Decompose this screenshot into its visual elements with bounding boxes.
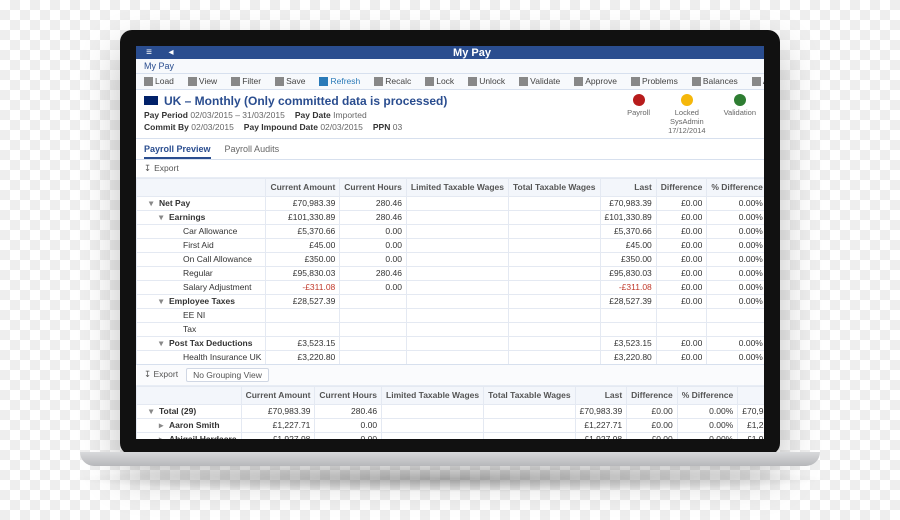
approve-icon	[574, 77, 583, 86]
filter-button[interactable]: Filter	[227, 74, 265, 88]
view-button[interactable]: View	[184, 74, 221, 88]
table-row[interactable]: ▸Aaron Smith£1,227.710.00£1,227.71£0.000…	[137, 418, 765, 432]
export-button-2[interactable]: ↧ Export	[144, 369, 178, 380]
balances-button[interactable]: Balances	[688, 74, 742, 88]
table-row[interactable]: ▾Earnings£101,330.89280.46£101,330.89£0.…	[137, 210, 765, 224]
col-header[interactable]: Last	[600, 178, 656, 196]
app-title: My Pay	[186, 47, 758, 59]
expand-icon[interactable]: ▾	[149, 198, 157, 209]
table-row[interactable]: Tax£20,934.12	[137, 322, 765, 336]
tab-payroll-audits[interactable]: Payroll Audits	[225, 141, 280, 159]
table-row[interactable]: First Aid£45.000.00£45.00£0.000.00%£45.0…	[137, 238, 765, 252]
table-row[interactable]: ▾Post Tax Deductions£3,523.15£3,523.15£0…	[137, 336, 765, 350]
col-header[interactable]	[137, 178, 266, 196]
approve-button[interactable]: Approve	[570, 74, 621, 88]
status-indicators: Payroll Locked SysAdmin 17/12/2014 Validat…	[627, 94, 756, 135]
col-header[interactable]: Total Taxable Wages	[484, 386, 576, 404]
col-header[interactable]: Last	[575, 386, 627, 404]
view-icon	[188, 77, 197, 86]
table-row[interactable]: Health Insurance UK£3,220.80£3,220.80£0.…	[137, 350, 765, 364]
table-row[interactable]: EE NI£7,593.27	[137, 308, 765, 322]
status-dot: Validation	[724, 94, 756, 135]
col-header[interactable]: % Difference	[677, 386, 738, 404]
refresh-icon	[319, 77, 328, 86]
expand-icon[interactable]: ▾	[159, 212, 167, 223]
uk-flag-icon	[144, 96, 158, 105]
summary-grid[interactable]: Current AmountCurrent HoursLimited Taxab…	[136, 178, 764, 364]
expand-icon[interactable]: ▸	[159, 434, 167, 439]
col-header[interactable]: Current Hours	[340, 178, 407, 196]
col-header[interactable]: Difference	[627, 386, 678, 404]
col-header[interactable]: Current Hours	[315, 386, 382, 404]
col-header[interactable]: Limited Taxable Wages	[382, 386, 484, 404]
col-header[interactable]: Total Taxable Wages	[508, 178, 600, 196]
validate-icon	[519, 77, 528, 86]
table-row[interactable]: ▸Abigail Hardacre£1,927.980.00£1,927.98£…	[137, 432, 765, 439]
expand-icon[interactable]: ▾	[159, 296, 167, 307]
table-row[interactable]: ▾Net Pay£70,983.39280.46£70,983.39£0.000…	[137, 196, 765, 210]
grouping-view-label[interactable]: No Grouping View	[186, 368, 269, 382]
subtabs: Payroll Preview Payroll Audits	[136, 139, 764, 160]
col-header[interactable]: Limited Taxable Wages	[406, 178, 508, 196]
load-button[interactable]: Load	[140, 74, 178, 88]
titlebar: ≡ ◂ My Pay	[136, 46, 764, 59]
col-header[interactable]	[137, 386, 242, 404]
mid-bar: ↧ Export No Grouping View	[136, 364, 764, 386]
menu-icon[interactable]: ≡	[142, 47, 156, 58]
refresh-button[interactable]: Refresh	[315, 74, 364, 88]
recalc-icon	[374, 77, 383, 86]
breadcrumb[interactable]: My Pay	[136, 59, 764, 74]
toolbar: Load View Filter Save Refresh Recalc Lock Unloc…	[136, 74, 764, 89]
expand-icon[interactable]: ▾	[149, 406, 157, 417]
col-header[interactable]: % Difference	[707, 178, 764, 196]
validate-button[interactable]: Validate	[515, 74, 564, 88]
employee-grid[interactable]: Current AmountCurrent HoursLimited Taxab…	[136, 386, 764, 439]
col-header[interactable]: Difference	[656, 178, 707, 196]
save-icon	[275, 77, 284, 86]
filter-icon	[231, 77, 240, 86]
unlock-icon	[468, 77, 477, 86]
status-dot: Payroll	[627, 94, 650, 135]
export-button[interactable]: ↧ Export	[144, 163, 179, 174]
col-header[interactable]: Current Amount	[266, 178, 340, 196]
expand-icon[interactable]: ▾	[159, 338, 167, 349]
table-row[interactable]: ▾Employee Taxes£28,527.39£28,527.39£0.00…	[137, 294, 765, 308]
load-icon	[144, 77, 153, 86]
lock-button[interactable]: Lock	[421, 74, 458, 88]
page-header: UK – Monthly (Only committed data is pro…	[136, 90, 764, 139]
back-icon[interactable]: ◂	[164, 47, 178, 58]
save-button[interactable]: Save	[271, 74, 309, 88]
unlock-button[interactable]: Unlock	[464, 74, 509, 88]
table-row[interactable]: Car Allowance£5,370.660.00£5,370.66£0.00…	[137, 224, 765, 238]
export-bar: ↧ Export	[136, 160, 764, 178]
lock-icon	[425, 77, 434, 86]
audits-icon	[752, 77, 761, 86]
recalc-button[interactable]: Recalc	[370, 74, 415, 88]
problems-icon	[631, 77, 640, 86]
table-row[interactable]: ▾Total (29)£70,983.39280.46£70,983.39£0.…	[137, 404, 765, 418]
col-header[interactable]: MTD	[738, 386, 764, 404]
table-row[interactable]: On Call Allowance£350.000.00£350.00£0.00…	[137, 252, 765, 266]
balances-icon	[692, 77, 701, 86]
table-row[interactable]: Regular£95,830.03280.46£95,830.03£0.000.…	[137, 266, 765, 280]
problems-button[interactable]: Problems	[627, 74, 682, 88]
tab-payroll-preview[interactable]: Payroll Preview	[144, 141, 211, 159]
col-header[interactable]: Current Amount	[241, 386, 315, 404]
status-dot: Locked SysAdmin 17/12/2014	[668, 94, 706, 135]
audits-button[interactable]: Audits	[748, 74, 764, 88]
table-row[interactable]: Salary Adjustment-£311.080.00-£311.08£0.…	[137, 280, 765, 294]
expand-icon[interactable]: ▸	[159, 420, 167, 431]
